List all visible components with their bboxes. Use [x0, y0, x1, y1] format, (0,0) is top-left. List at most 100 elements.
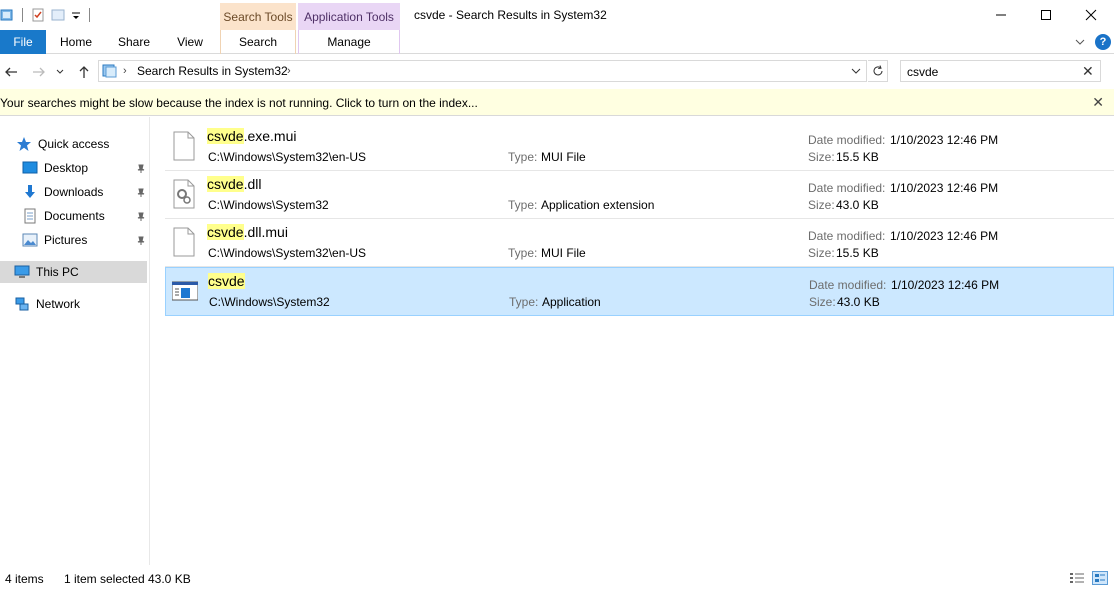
search-input[interactable] — [907, 64, 1077, 79]
file-row[interactable]: csvde.exe.mui C:\Windows\System32\en-US … — [165, 123, 1114, 171]
address-bar[interactable]: › Search Results in System32 › — [98, 60, 867, 82]
refresh-button[interactable] — [868, 60, 888, 82]
minimize-button[interactable] — [978, 0, 1024, 30]
nav-item-this-pc[interactable]: This PC — [0, 261, 147, 283]
size-label: Size: — [809, 295, 836, 309]
file-name[interactable]: csvde.dll.mui — [207, 224, 288, 240]
title-bar: Search Tools Application Tools csvde - S… — [0, 0, 1114, 31]
file-size: 15.5 KB — [836, 246, 879, 260]
file-row[interactable]: csvde.dll.mui C:\Windows\System32\en-US … — [165, 219, 1114, 267]
up-button[interactable] — [74, 62, 94, 82]
nav-item-quick-access[interactable]: Quick access — [16, 133, 109, 155]
address-dropdown-button[interactable] — [850, 65, 862, 77]
maximize-icon — [1041, 10, 1051, 20]
search-match-highlight: csvde — [207, 224, 244, 240]
info-bar-message[interactable]: Your searches might be slow because the … — [0, 96, 478, 110]
selection-count: 1 item selected — [64, 572, 145, 586]
close-button[interactable] — [1068, 0, 1114, 30]
blank-file-icon — [171, 227, 197, 257]
forward-button[interactable] — [29, 62, 49, 82]
search-results-icon — [102, 64, 118, 78]
properties-icon[interactable] — [31, 8, 45, 22]
date-modified-label: Date modified: — [809, 278, 887, 292]
breadcrumb[interactable]: Search Results in System32 — [137, 64, 288, 78]
nav-item-network[interactable]: Network — [14, 293, 80, 315]
file-size: 15.5 KB — [836, 150, 879, 164]
search-match-highlight: csvde — [207, 128, 244, 144]
quick-access-toolbar — [0, 6, 98, 24]
selection-size: 43.0 KB — [148, 572, 191, 586]
minimize-icon — [996, 14, 1006, 16]
index-info-bar[interactable]: Your searches might be slow because the … — [0, 89, 1114, 116]
file-path: C:\Windows\System32\en-US — [208, 150, 367, 164]
tab-manage[interactable]: Manage — [298, 30, 400, 54]
file-name[interactable]: csvde.exe.mui — [207, 128, 297, 144]
chevron-down-icon — [851, 68, 861, 74]
desktop-icon — [22, 160, 38, 176]
pictures-icon — [22, 232, 38, 248]
tab-share[interactable]: Share — [112, 30, 156, 54]
search-tools-context-tab: Search Tools — [220, 3, 296, 31]
file-row[interactable]: csvde.dll C:\Windows\System32 Type: Appl… — [165, 171, 1114, 219]
new-folder-icon[interactable] — [51, 8, 65, 22]
file-name-rest: .exe.mui — [243, 128, 297, 144]
type-label: Type: — [508, 246, 538, 260]
search-box[interactable]: ✕ — [900, 60, 1101, 82]
help-button[interactable]: ? — [1095, 34, 1111, 50]
search-match-highlight: csvde — [208, 273, 245, 289]
tab-home[interactable]: Home — [52, 30, 100, 54]
tab-file[interactable]: File — [0, 30, 46, 54]
folder-icon[interactable] — [0, 8, 14, 22]
toolbar-separator — [89, 8, 90, 22]
nav-item-documents[interactable]: Documents — [22, 205, 150, 227]
pin-icon[interactable] — [136, 163, 146, 173]
blank-file-icon — [171, 131, 197, 161]
file-path: C:\Windows\System32\en-US — [208, 246, 367, 260]
file-name-rest: .dll — [243, 176, 262, 192]
chevron-down-icon — [56, 69, 64, 74]
file-size: 43.0 KB — [836, 198, 879, 212]
file-row-selected[interactable]: csvde C:\Windows\System32 Type: Applicat… — [165, 267, 1114, 316]
chevron-down-icon — [1075, 39, 1085, 45]
recent-locations-button[interactable] — [53, 62, 67, 82]
arrow-right-icon — [33, 67, 45, 77]
nav-item-pictures[interactable]: Pictures — [22, 229, 150, 251]
star-icon — [16, 136, 32, 152]
computer-icon — [14, 264, 30, 280]
expand-ribbon-button[interactable] — [1072, 34, 1088, 50]
file-name-rest: .dll.mui — [243, 224, 288, 240]
maximize-button[interactable] — [1023, 0, 1069, 30]
file-name[interactable]: csvde — [208, 273, 245, 289]
nav-item-downloads[interactable]: Downloads — [22, 181, 150, 203]
arrow-left-icon — [5, 67, 17, 77]
nav-item-label: Downloads — [44, 185, 104, 199]
toolbar-separator — [22, 8, 23, 22]
file-type: Application extension — [541, 198, 655, 212]
file-name[interactable]: csvde.dll — [207, 176, 261, 192]
tab-search[interactable]: Search — [220, 30, 296, 54]
tab-view[interactable]: View — [170, 30, 210, 54]
nav-item-desktop[interactable]: Desktop — [22, 157, 150, 179]
back-button[interactable] — [1, 62, 21, 82]
large-icons-view-button[interactable] — [1092, 571, 1108, 585]
type-label: Type: — [508, 150, 538, 164]
clear-search-button[interactable]: ✕ — [1082, 64, 1094, 78]
date-modified-label: Date modified: — [808, 229, 886, 243]
file-size: 43.0 KB — [837, 295, 880, 309]
breadcrumb-separator[interactable]: › — [287, 65, 291, 77]
pin-icon[interactable] — [136, 235, 146, 245]
arrow-up-icon — [79, 66, 89, 78]
pin-icon[interactable] — [136, 211, 146, 221]
date-modified-label: Date modified: — [808, 133, 886, 147]
file-type: MUI File — [541, 246, 586, 260]
pin-icon[interactable] — [136, 187, 146, 197]
customize-toolbar-icon[interactable] — [71, 8, 81, 22]
type-label: Type: — [508, 198, 538, 212]
file-type: Application — [542, 295, 601, 309]
details-view-button[interactable] — [1069, 571, 1085, 585]
breadcrumb-separator[interactable]: › — [123, 65, 127, 77]
close-info-bar-button[interactable]: ✕ — [1092, 94, 1104, 111]
nav-item-label: Pictures — [44, 233, 88, 247]
ribbon-tabs: File Home Share View Search Manage ? — [0, 30, 1114, 54]
nav-item-label: Quick access — [38, 137, 110, 151]
